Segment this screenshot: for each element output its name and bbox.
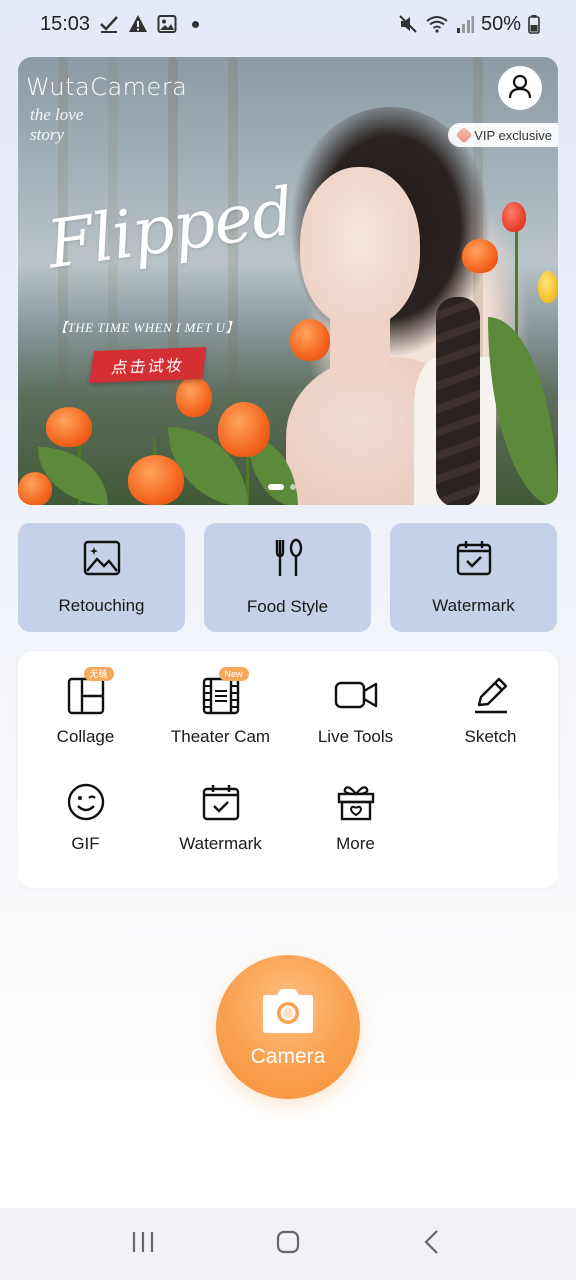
wifi-icon [425, 14, 449, 34]
tulip-flower [128, 455, 184, 505]
banner-brand: WutaCamera [26, 73, 188, 101]
tool-icon-wrap [336, 782, 376, 826]
banner-subtitle: the love story [30, 105, 83, 145]
tulip-flower [176, 377, 212, 417]
tulip-leaf [488, 317, 558, 505]
quick-action-label: Food Style [246, 597, 329, 616]
banner-tagline: 【THE TIME WHEN I MET U】 [54, 320, 239, 335]
vip-gem-icon [455, 126, 473, 144]
tool-label: Collage [56, 727, 115, 746]
tulip-flower [46, 407, 92, 447]
tool-icon-wrap [66, 782, 106, 826]
dot-icon [192, 20, 200, 28]
tool-label: Watermark [179, 834, 262, 853]
model-face [300, 167, 420, 327]
status-left: 15:03 [40, 12, 200, 36]
quick-action-retouching[interactable]: Retouching [18, 523, 185, 632]
home-icon[interactable] [275, 1229, 301, 1260]
pager-dot-active [268, 484, 284, 490]
tool-collage[interactable]: 无缝 Collage [18, 667, 153, 747]
battery-icon [528, 14, 540, 34]
mute-icon [398, 14, 418, 34]
gift-icon [336, 782, 376, 827]
wink-face-icon [66, 782, 106, 827]
pager-dot [290, 484, 296, 490]
vip-badge[interactable]: VIP exclusive [448, 123, 558, 147]
banner-subtitle-line2: story [30, 125, 64, 144]
tool-icon-wrap [471, 675, 511, 719]
fork-spoon-icon [269, 538, 307, 583]
tool-watermark[interactable]: Watermark [153, 782, 288, 854]
tulip-flower [18, 472, 52, 505]
image-icon [157, 14, 177, 34]
user-icon [507, 73, 533, 104]
tulip-flower [502, 202, 526, 232]
calendar-check-icon [455, 539, 493, 582]
profile-button[interactable] [498, 66, 542, 110]
tulip-flower [290, 319, 330, 361]
tools-panel: 无缝 Collage New Theater Cam Live Tools Sk… [18, 651, 558, 888]
banner-subtitle-line1: the love [30, 105, 84, 124]
quick-action-label: Retouching [58, 596, 145, 615]
quick-action-watermark[interactable]: Watermark [390, 523, 557, 632]
banner-pager [268, 484, 296, 490]
video-icon [334, 675, 378, 720]
calendar-check-icon [201, 782, 241, 827]
quick-action-food-style[interactable]: Food Style [204, 523, 371, 632]
quick-action-label: Watermark [432, 596, 515, 615]
check-icon [99, 14, 119, 34]
tool-live-tools[interactable]: Live Tools [288, 675, 423, 747]
vip-label: VIP exclusive [474, 127, 552, 143]
tool-icon-wrap [334, 675, 378, 719]
camera-button[interactable]: Camera [216, 955, 360, 1099]
tool-icon-wrap [201, 782, 241, 826]
tulip-flower [538, 271, 558, 303]
pencil-icon [471, 675, 511, 720]
tool-sketch[interactable]: Sketch [423, 675, 558, 747]
tool-label: More [336, 834, 375, 853]
tulip-flower [462, 239, 498, 273]
tulip-flower [218, 402, 270, 457]
tool-icon-wrap: New [201, 667, 249, 720]
status-right: 50% [398, 13, 540, 36]
recent-apps-icon[interactable] [130, 1229, 156, 1260]
system-nav-bar [0, 1208, 576, 1280]
status-time: 15:03 [40, 12, 91, 35]
warning-icon [128, 14, 148, 34]
tool-badge: New [218, 667, 249, 681]
image-sparkle-icon [83, 539, 121, 582]
status-bar: 15:03 50% [0, 0, 576, 48]
model-braid [436, 297, 480, 505]
tool-theater-cam[interactable]: New Theater Cam [153, 667, 288, 747]
tool-gif[interactable]: GIF [18, 782, 153, 854]
back-icon[interactable] [420, 1229, 446, 1260]
battery-percent: 50% [480, 12, 521, 35]
film-icon [201, 675, 241, 720]
tool-label: Live Tools [317, 727, 394, 746]
tool-more[interactable]: More [288, 782, 423, 854]
signal-icon [456, 14, 474, 34]
tool-label: GIF [71, 834, 100, 853]
camera-icon [259, 986, 317, 1039]
banner-cta[interactable]: 点击试妆 [89, 347, 207, 383]
tool-label: Sketch [464, 727, 517, 746]
tool-icon-wrap: 无缝 [66, 667, 114, 720]
promo-banner[interactable]: WutaCamera the love story Flipped 【THE T… [18, 57, 558, 505]
collage-icon [66, 675, 106, 720]
camera-label: Camera [250, 1044, 326, 1068]
tool-badge: 无缝 [83, 667, 114, 681]
banner-headline: Flipped [42, 173, 298, 284]
tool-label: Theater Cam [170, 727, 271, 746]
